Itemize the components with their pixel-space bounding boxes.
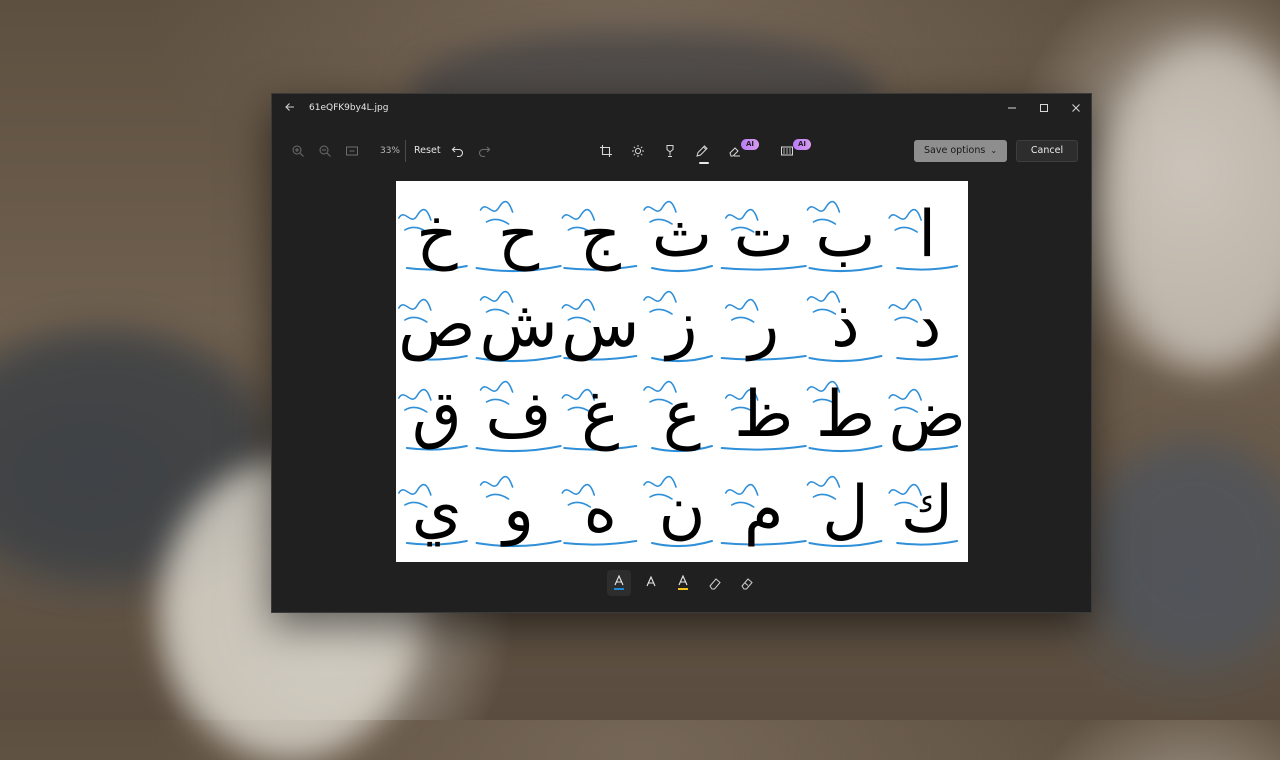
window-title: 61eQFK9by4L.jpg — [309, 103, 389, 113]
zoom-level[interactable]: 33% — [376, 138, 400, 164]
toolbar-divider — [405, 140, 406, 162]
ballpoint-pen-button[interactable] — [607, 570, 631, 596]
arabic-letter: ظ — [734, 378, 793, 452]
fit-to-window-icon[interactable] — [340, 138, 364, 164]
arabic-letter: ه — [584, 473, 618, 547]
arabic-letter: ع — [663, 378, 701, 452]
arabic-letter: ف — [485, 378, 551, 452]
close-icon[interactable] — [1061, 98, 1091, 122]
minimize-icon[interactable] — [997, 98, 1027, 122]
arabic-letter: غ — [581, 378, 619, 452]
back-arrow-icon[interactable] — [281, 101, 299, 119]
arabic-letter: ط — [816, 378, 875, 452]
arabic-letter: ش — [480, 288, 558, 362]
arabic-letter: ا — [918, 198, 936, 272]
pen-toolbar — [602, 570, 762, 596]
maximize-icon[interactable] — [1029, 98, 1059, 122]
handwritten-letters-image: ابتثجحخ دذرزسشص ضطظعغفق كلمنهوي — [398, 198, 966, 548]
arabic-letter: ن — [659, 473, 706, 547]
erase-all-button[interactable] — [735, 570, 759, 596]
arabic-letter: ض — [888, 378, 965, 452]
arabic-letter: ذ — [831, 288, 860, 362]
arabic-letter: ب — [815, 198, 875, 272]
arabic-letter: ل — [822, 473, 869, 547]
arabic-letter: ي — [412, 473, 462, 547]
arabic-letter: ت — [734, 198, 794, 272]
arabic-letter: خ — [416, 198, 458, 272]
arabic-letter: ر — [745, 288, 779, 362]
ink-scribble — [888, 208, 922, 233]
erase-ai-badge: AI — [741, 139, 759, 150]
arabic-letter: ح — [498, 198, 540, 272]
arabic-letter: ز — [664, 288, 698, 362]
undo-icon[interactable] — [446, 138, 470, 164]
background-cushion-right — [1090, 440, 1280, 660]
zoom-in-icon[interactable] — [286, 138, 310, 164]
filter-icon[interactable] — [658, 138, 682, 164]
arabic-letter: ث — [652, 198, 712, 272]
reset-button[interactable]: Reset — [414, 138, 441, 164]
arabic-letter: ج — [580, 198, 622, 272]
redo-icon[interactable] — [472, 138, 496, 164]
arabic-letter: ق — [412, 378, 462, 452]
image-canvas[interactable]: ابتثجحخ دذرزسشص ضطظعغفق كلمنهوي — [396, 181, 968, 562]
arabic-letter: و — [500, 473, 534, 547]
save-options-label: Save options — [923, 145, 986, 156]
crop-icon[interactable] — [594, 138, 618, 164]
editor-toolbar: 33% Reset AI AI Save options ⌄ Cancel — [272, 138, 1091, 164]
arabic-letter: ص — [398, 288, 475, 362]
arabic-letter: د — [913, 288, 942, 362]
brightness-icon[interactable] — [626, 138, 650, 164]
title-bar: 61eQFK9by4L.jpg — [272, 94, 1091, 126]
save-options-button[interactable]: Save options ⌄ — [914, 140, 1007, 162]
markup-pen-icon[interactable] — [690, 138, 714, 164]
arabic-letter: س — [561, 288, 639, 362]
chevron-down-icon: ⌄ — [990, 146, 998, 155]
arabic-letter: م — [744, 473, 784, 547]
eraser-button[interactable] — [703, 570, 727, 596]
highlighter-pen-button[interactable] — [639, 570, 663, 596]
background-fur-right — [1100, 40, 1280, 370]
photos-editor-window: 61eQFK9by4L.jpg 33% Reset AI AI Save opt… — [271, 93, 1092, 613]
marker-pen-button[interactable] — [671, 570, 695, 596]
active-tool-indicator — [699, 162, 709, 164]
zoom-out-icon[interactable] — [313, 138, 337, 164]
arabic-letter: ك — [901, 473, 954, 547]
cancel-button[interactable]: Cancel — [1016, 140, 1078, 162]
background-ai-badge: AI — [793, 139, 811, 150]
